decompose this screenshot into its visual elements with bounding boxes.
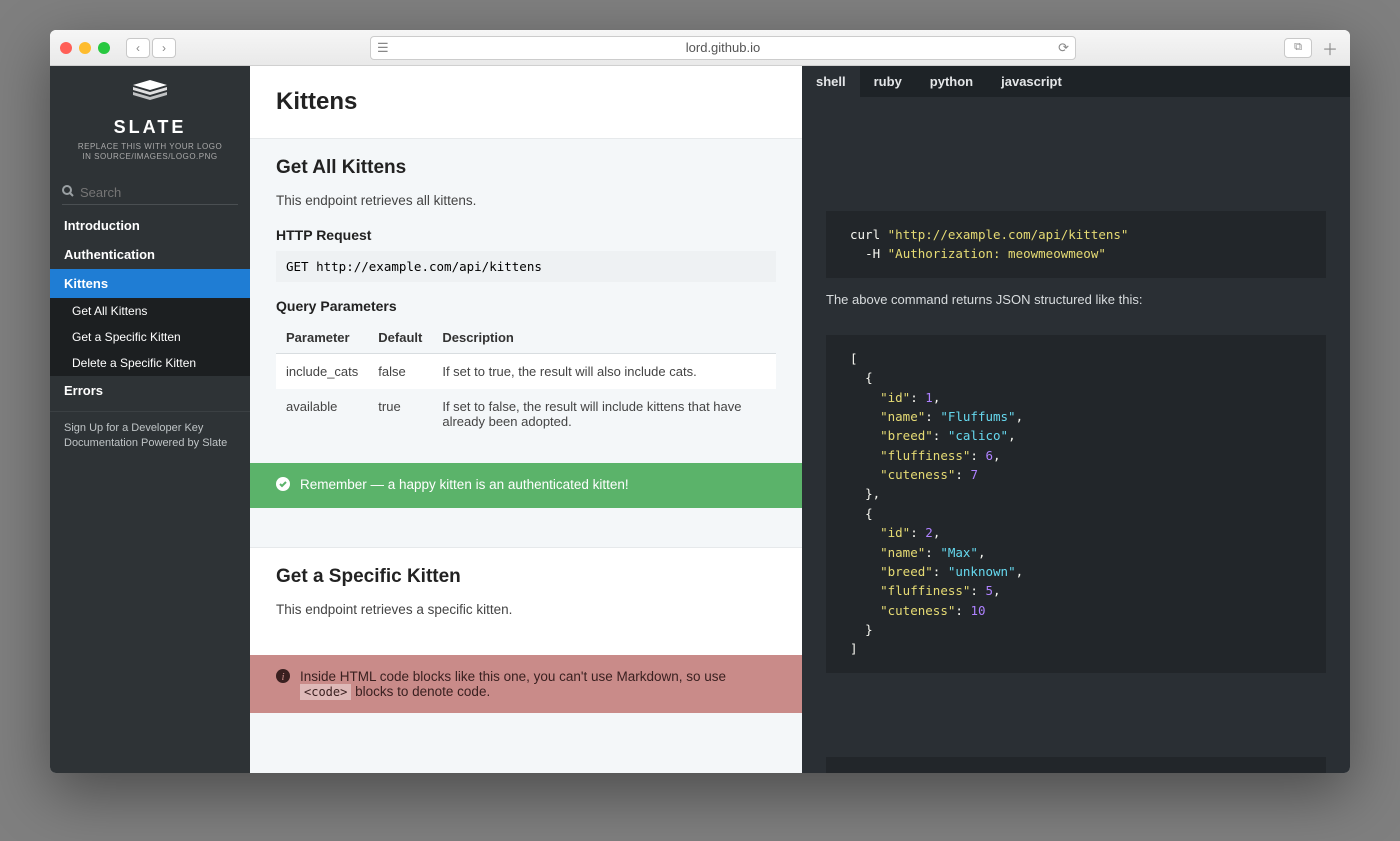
back-button[interactable]: ‹ — [126, 38, 150, 58]
logo-title: SLATE — [60, 117, 240, 138]
tab-ruby[interactable]: ruby — [860, 66, 916, 97]
sidebar-item-authentication[interactable]: Authentication — [50, 240, 250, 269]
search-icon — [62, 185, 74, 200]
new-tab-button[interactable]: ＋ — [1320, 36, 1340, 60]
sidebar: SLATE REPLACE THIS WITH YOUR LOGO IN SOU… — [50, 66, 250, 773]
notice-text: Remember — a happy kitten is an authenti… — [300, 477, 629, 492]
traffic-lights — [60, 42, 110, 54]
section-intro-text: This endpoint retrieves all kittens. — [276, 191, 776, 211]
http-request-heading: HTTP Request — [276, 227, 776, 243]
tab-shell[interactable]: shell — [802, 66, 860, 97]
footer-link-powered[interactable]: Documentation Powered by Slate — [64, 437, 236, 449]
table-row: include_cats false If set to true, the r… — [276, 354, 776, 390]
svg-text:i: i — [281, 671, 284, 683]
success-notice: Remember — a happy kitten is an authenti… — [250, 463, 802, 508]
logo-icon — [60, 80, 240, 113]
col-default: Default — [368, 322, 432, 354]
subnav-delete-kitten[interactable]: Delete a Specific Kitten — [50, 350, 250, 376]
warning-text: Inside HTML code blocks like this one, y… — [300, 669, 776, 699]
page-title: Kittens — [276, 88, 776, 116]
titlebar: ‹ › ☰ lord.github.io ⟳ ⧉ ＋ — [50, 30, 1350, 66]
tab-python[interactable]: python — [916, 66, 987, 97]
url-text: lord.github.io — [686, 40, 760, 55]
minimize-icon[interactable] — [79, 42, 91, 54]
subnav-get-specific-kitten[interactable]: Get a Specific Kitten — [50, 324, 250, 350]
info-icon: i — [276, 669, 290, 686]
footer-link-signup[interactable]: Sign Up for a Developer Key — [64, 422, 236, 434]
close-icon[interactable] — [60, 42, 72, 54]
tab-javascript[interactable]: javascript — [987, 66, 1076, 97]
search-input[interactable] — [80, 185, 238, 200]
subnav-get-all-kittens[interactable]: Get All Kittens — [50, 298, 250, 324]
reload-icon[interactable]: ⟳ — [1058, 40, 1069, 56]
section-get-all-kittens: Get All Kittens — [276, 157, 776, 179]
forward-button[interactable]: › — [152, 38, 176, 58]
sidebar-item-kittens[interactable]: Kittens — [50, 269, 250, 298]
curl-block-1: curl "http://example.com/api/kittens" -H… — [826, 211, 1326, 278]
curl-block-2: curl "http://example.com/api/kittens/2" … — [826, 757, 1326, 773]
sidebar-item-introduction[interactable]: Introduction — [50, 211, 250, 240]
table-row: available true If set to false, the resu… — [276, 389, 776, 439]
query-params-table: Parameter Default Description include_ca… — [276, 322, 776, 439]
section-get-specific-kitten: Get a Specific Kitten — [276, 566, 776, 588]
zoom-icon[interactable] — [98, 42, 110, 54]
code-pane: shell ruby python javascript curl "http:… — [802, 66, 1350, 773]
col-parameter: Parameter — [276, 322, 368, 354]
response-note-1: The above command returns JSON structure… — [802, 278, 1350, 321]
warning-notice: i Inside HTML code blocks like this one,… — [250, 655, 802, 713]
section2-intro-text: This endpoint retrieves a specific kitte… — [276, 600, 776, 620]
query-params-heading: Query Parameters — [276, 298, 776, 314]
search-box[interactable] — [62, 181, 238, 205]
language-tabs: shell ruby python javascript — [802, 66, 1350, 97]
sidebar-item-errors[interactable]: Errors — [50, 376, 250, 405]
check-icon — [276, 477, 290, 494]
doc-pane: Kittens Get All Kittens This endpoint re… — [250, 66, 802, 773]
tabs-button[interactable]: ⧉ — [1284, 38, 1312, 58]
json-block: [ { "id": 1, "name": "Fluffums", "breed"… — [826, 335, 1326, 673]
safari-window: ‹ › ☰ lord.github.io ⟳ ⧉ ＋ SLATE REPLACE… — [50, 30, 1350, 773]
logo-subtitle: REPLACE THIS WITH YOUR LOGO IN SOURCE/IM… — [60, 142, 240, 163]
reader-icon[interactable]: ☰ — [377, 40, 389, 56]
address-bar[interactable]: ☰ lord.github.io ⟳ — [370, 36, 1076, 60]
http-request-code: GET http://example.com/api/kittens — [276, 251, 776, 282]
col-description: Description — [432, 322, 776, 354]
